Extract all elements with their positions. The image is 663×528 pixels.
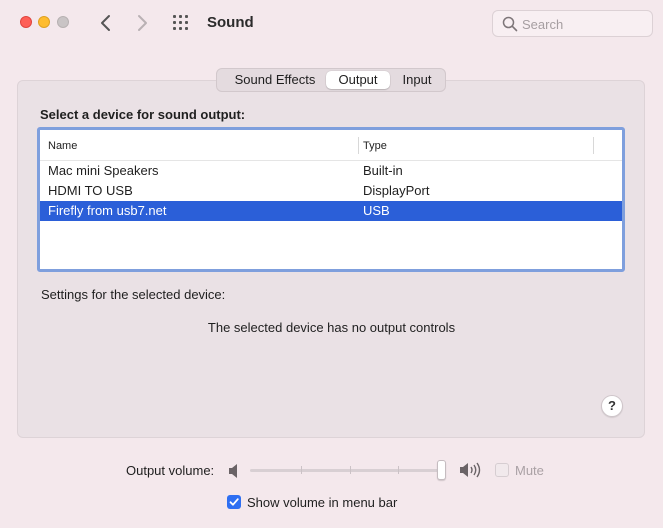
slider-tick [301, 466, 302, 474]
title-bar: Sound [0, 0, 663, 48]
device-type: DisplayPort [363, 183, 430, 198]
show-volume-checkbox[interactable] [227, 495, 241, 509]
search-icon [502, 16, 518, 32]
device-name: Mac mini Speakers [48, 163, 159, 178]
device-type: USB [363, 203, 390, 218]
checkmark-icon [229, 498, 239, 506]
output-volume-label: Output volume: [126, 463, 215, 478]
table-row[interactable]: HDMI TO USB DisplayPort [40, 181, 622, 201]
no-controls-message: The selected device has no output contro… [207, 320, 456, 335]
tab-input[interactable]: Input [394, 71, 440, 89]
zoom-window-button[interactable] [57, 16, 69, 28]
slider-tick [350, 466, 351, 474]
window-title: Sound [207, 14, 254, 31]
search-input[interactable] [522, 15, 647, 33]
device-name: HDMI TO USB [48, 183, 133, 198]
volume-slider-track[interactable] [250, 469, 446, 472]
minimize-window-button[interactable] [38, 16, 50, 28]
speaker-low-icon [227, 462, 241, 483]
settings-heading: Settings for the selected device: [41, 287, 226, 302]
column-header-type[interactable]: Type [363, 140, 387, 152]
show-volume-label: Show volume in menu bar [247, 495, 398, 510]
table-row-selected[interactable]: Firefly from usb7.net USB [40, 201, 622, 221]
tab-sound-effects[interactable]: Sound Effects [223, 71, 327, 89]
chevron-right-icon [138, 15, 147, 31]
mute-checkbox[interactable] [495, 463, 509, 477]
close-window-button[interactable] [20, 16, 32, 28]
chevron-left-icon [101, 15, 110, 31]
show-all-grid-icon[interactable] [172, 14, 192, 32]
mute-label: Mute [515, 463, 544, 478]
help-button[interactable]: ? [601, 395, 623, 417]
back-button[interactable] [96, 12, 116, 34]
tab-bar: Sound Effects Output Input [216, 68, 446, 92]
tab-output[interactable]: Output [326, 71, 390, 89]
device-name: Firefly from usb7.net [48, 203, 167, 218]
forward-button[interactable] [132, 12, 152, 34]
column-divider[interactable] [358, 137, 359, 154]
volume-slider-knob[interactable] [437, 460, 446, 480]
output-device-table[interactable]: Name Type Mac mini Speakers Built-in HDM… [37, 127, 625, 272]
search-field[interactable] [492, 10, 653, 37]
slider-tick [398, 466, 399, 474]
device-type: Built-in [363, 163, 403, 178]
table-row[interactable]: Mac mini Speakers Built-in [40, 161, 622, 181]
speaker-high-icon [459, 461, 483, 482]
column-header-name[interactable]: Name [48, 140, 77, 152]
column-divider[interactable] [593, 137, 594, 154]
table-header: Name Type [40, 130, 622, 161]
select-device-heading: Select a device for sound output: [40, 107, 246, 122]
